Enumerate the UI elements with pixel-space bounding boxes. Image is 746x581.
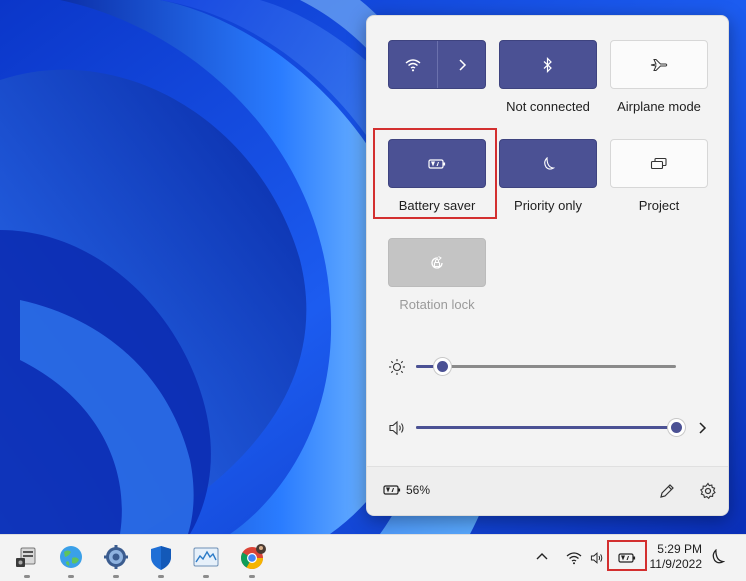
brightness-track[interactable]: [416, 358, 676, 375]
airplane-mode-tile-label: Airplane mode: [617, 99, 701, 114]
gear-icon[interactable]: [698, 481, 718, 501]
moon-icon[interactable]: [709, 549, 725, 565]
project-tile-label: Project: [638, 198, 680, 213]
brightness-thumb[interactable]: [434, 358, 451, 375]
bluetooth-icon: [543, 56, 552, 73]
chevron-up-icon[interactable]: [534, 549, 550, 565]
device-manager-icon[interactable]: [12, 543, 42, 578]
chevron-right-icon[interactable]: [693, 418, 713, 438]
wifi-toggle[interactable]: [389, 41, 437, 88]
rotation-lock-tile[interactable]: [388, 238, 486, 287]
chrome-icon[interactable]: [237, 543, 267, 578]
rotation-lock-icon: [431, 255, 443, 269]
moon-icon: [544, 156, 555, 170]
wifi-icon: [566, 552, 582, 565]
wifi-tile[interactable]: [388, 40, 486, 89]
airplane-mode-tile[interactable]: [610, 40, 708, 89]
battery-saver-highlight-box: [373, 128, 497, 219]
clock-time: 5:29 PM: [657, 542, 702, 556]
taskbar-clock[interactable]: 5:29 PM 11/9/2022: [646, 542, 703, 572]
windows-security-icon[interactable]: [146, 543, 176, 578]
tray-battery-highlight-box: [607, 540, 647, 571]
wifi-more-button[interactable]: [438, 41, 486, 88]
rotation-lock-tile-label: Rotation lock: [399, 297, 475, 312]
volume-slider[interactable]: [383, 416, 713, 440]
airplane-icon: [650, 58, 668, 71]
taskbar: 5:29 PM 11/9/2022: [0, 534, 746, 581]
battery-charging-icon: [383, 485, 401, 495]
volume-fill: [416, 426, 676, 429]
settings-gear-icon[interactable]: [101, 543, 131, 578]
chevron-right-icon: [459, 58, 467, 71]
volume-track[interactable]: [416, 419, 685, 436]
project-tile[interactable]: [610, 139, 708, 188]
bluetooth-tile[interactable]: [499, 40, 597, 89]
focus-assist-tile[interactable]: [499, 139, 597, 188]
resource-monitor-icon[interactable]: [191, 543, 221, 578]
bluetooth-tile-label: Not connected: [506, 99, 590, 114]
speaker-icon: [389, 420, 404, 436]
brightness-slider[interactable]: [383, 355, 713, 379]
quick-settings-footer: 56%: [367, 466, 728, 515]
pencil-icon[interactable]: [657, 481, 677, 501]
battery-percent: 56%: [406, 483, 431, 497]
volume-thumb[interactable]: [668, 419, 685, 436]
wifi-icon: [405, 58, 421, 71]
project-icon: [650, 157, 667, 169]
quick-settings-panel: Not connected Airplane mode Battery save…: [366, 15, 729, 516]
sun-icon: [389, 359, 405, 375]
focus-assist-tile-label: Priority only: [514, 198, 582, 213]
tray-network-volume[interactable]: [560, 540, 610, 576]
clock-date: 11/9/2022: [649, 557, 703, 571]
battery-status[interactable]: 56%: [382, 483, 430, 497]
speaker-icon: [590, 552, 603, 564]
network-globe-icon[interactable]: [56, 543, 86, 578]
